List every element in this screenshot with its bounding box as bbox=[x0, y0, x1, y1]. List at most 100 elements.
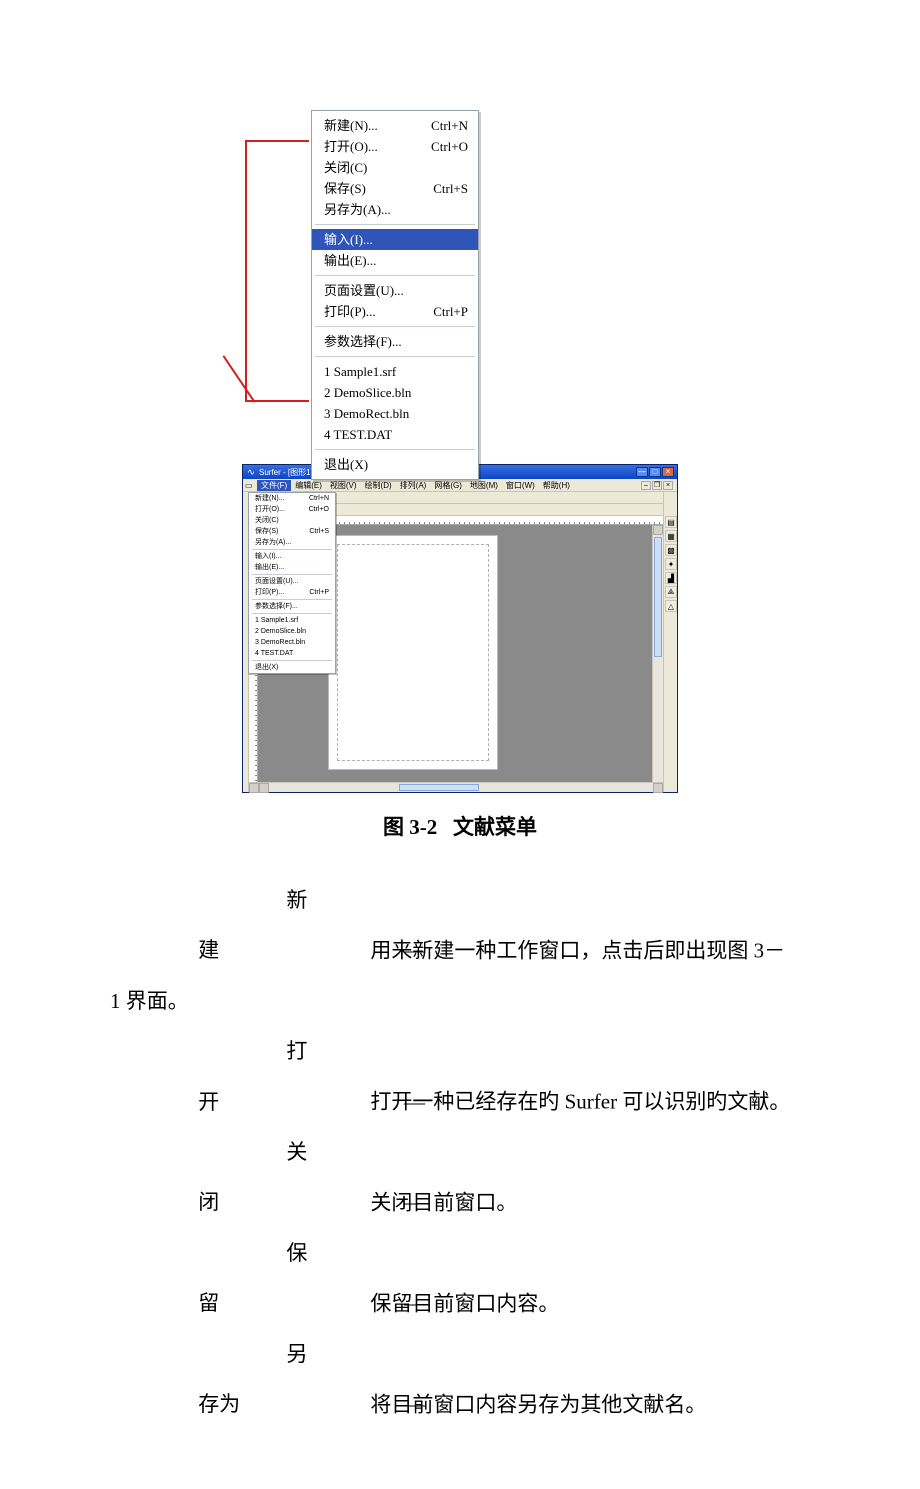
app-body: 新建(N)...Ctrl+N打开(O)...Ctrl+O关闭(C)保存(S)Ct… bbox=[243, 492, 677, 792]
menu-item[interactable]: 新建(N)...Ctrl+N bbox=[312, 115, 478, 136]
surfer-screenshot: ∿ Surfer - [图形1] — □ × ▭ 文件(F)编辑(E)视图(V)… bbox=[242, 464, 678, 793]
menu-item[interactable]: 打印(P)...Ctrl+P bbox=[312, 301, 478, 322]
figure-caption: 图 3-2 文献菜单 bbox=[110, 811, 810, 841]
menubar-item[interactable]: 绘制(D) bbox=[361, 480, 396, 491]
definition-line: 保留—保留目前窗口内容。 bbox=[110, 1228, 810, 1329]
menu-item[interactable]: 打开(O)...Ctrl+O bbox=[249, 504, 335, 515]
menu-item[interactable]: 另存为(A)... bbox=[312, 199, 478, 220]
menu-item-label: 打开(O)... bbox=[255, 505, 309, 514]
menu-item[interactable]: 关闭(C) bbox=[249, 515, 335, 526]
menubar-item[interactable]: 地图(M) bbox=[466, 480, 502, 491]
menu-item-label: 4 TEST.DAT bbox=[324, 426, 468, 443]
menu-item[interactable]: 打开(O)...Ctrl+O bbox=[312, 136, 478, 157]
callout-line bbox=[223, 355, 256, 403]
menu-item-label: 输出(E)... bbox=[324, 252, 468, 269]
menu-item-shortcut: Ctrl+P bbox=[309, 588, 329, 597]
palette-image-button[interactable]: ▦ bbox=[665, 530, 677, 542]
menu-item[interactable]: 1 Sample1.srf bbox=[312, 361, 478, 382]
definition-line: 新建—用来新建一种工作窗口，点击后即出现图 3－ bbox=[110, 875, 810, 976]
menu-item-shortcut: Ctrl+O bbox=[309, 505, 329, 514]
sheet-tab[interactable] bbox=[259, 783, 269, 793]
menu-item[interactable]: 1 Sample1.srf bbox=[249, 615, 335, 626]
menu-item[interactable]: 3 DemoRect.bln bbox=[312, 403, 478, 424]
menu-item-label: 页面设置(U)... bbox=[324, 282, 468, 299]
right-tool-palette: ▤ ▦ ▩ ✦ ▟ ⟁ △ bbox=[663, 492, 677, 792]
menu-item-label: 页面设置(U)... bbox=[255, 577, 329, 586]
menu-item[interactable]: 输出(E)... bbox=[249, 562, 335, 573]
callout-line bbox=[245, 140, 247, 400]
menu-item-label: 2 DemoSlice.bln bbox=[255, 627, 329, 636]
menu-item-label: 关闭(C) bbox=[255, 516, 329, 525]
menu-item[interactable]: 保存(S)Ctrl+S bbox=[312, 178, 478, 199]
menu-item-label: 关闭(C) bbox=[324, 159, 468, 176]
palette-wireframe-button[interactable]: ▟ bbox=[665, 572, 677, 584]
scroll-right-button[interactable] bbox=[653, 783, 663, 793]
maximize-button[interactable]: □ bbox=[649, 467, 661, 477]
menu-item[interactable]: 输出(E)... bbox=[312, 250, 478, 271]
menu-item[interactable]: 打印(P)...Ctrl+P bbox=[249, 587, 335, 598]
menu-item[interactable]: 输入(I)... bbox=[312, 229, 478, 250]
mdi-close-button[interactable]: × bbox=[663, 481, 673, 490]
menu-item[interactable]: 4 TEST.DAT bbox=[249, 648, 335, 659]
menu-item[interactable]: 参数选择(F)... bbox=[312, 331, 478, 352]
menubar-item[interactable]: 编辑(E) bbox=[291, 480, 326, 491]
sheet-tab[interactable] bbox=[249, 783, 259, 793]
page bbox=[328, 535, 498, 770]
menu-item[interactable]: 4 TEST.DAT bbox=[312, 424, 478, 445]
menu-item-label: 输出(E)... bbox=[255, 563, 329, 572]
minimize-button[interactable]: — bbox=[636, 467, 648, 477]
menu-item-label: 新建(N)... bbox=[255, 494, 309, 503]
menu-item-label: 1 Sample1.srf bbox=[255, 616, 329, 625]
menu-item[interactable]: 页面设置(U)... bbox=[312, 280, 478, 301]
menu-item-label: 输入(I)... bbox=[255, 552, 329, 561]
menu-item[interactable]: 2 DemoSlice.bln bbox=[249, 626, 335, 637]
figure-title: 文献菜单 bbox=[453, 815, 537, 839]
scrollbar-vertical[interactable] bbox=[652, 525, 663, 782]
close-button[interactable]: × bbox=[662, 467, 674, 477]
menubar-item[interactable]: 帮助(H) bbox=[539, 480, 574, 491]
figure-number: 图 3-2 bbox=[383, 815, 437, 839]
palette-vector-button[interactable]: ✦ bbox=[665, 558, 677, 570]
menu-item[interactable]: 输入(I)... bbox=[249, 551, 335, 562]
file-menu-enlarged: 新建(N)...Ctrl+N打开(O)...Ctrl+O关闭(C)保存(S)Ct… bbox=[245, 110, 675, 450]
palette-3d-button[interactable]: △ bbox=[665, 600, 677, 612]
mdi-restore-button[interactable]: ❐ bbox=[652, 481, 662, 490]
menubar-item[interactable]: 排列(A) bbox=[396, 480, 431, 491]
file-menu-dropdown-small: 新建(N)...Ctrl+N打开(O)...Ctrl+O关闭(C)保存(S)Ct… bbox=[248, 492, 336, 674]
palette-contour-button[interactable]: ▤ bbox=[665, 516, 677, 528]
menubar-item[interactable]: 网格(G) bbox=[430, 480, 466, 491]
menu-item-label: 打印(P)... bbox=[324, 303, 433, 320]
menu-item-shortcut: Ctrl+N bbox=[431, 117, 468, 134]
menu-item-label: 输入(I)... bbox=[324, 231, 468, 248]
menu-item-label: 保存(S) bbox=[255, 527, 309, 536]
menu-item-label: 另存为(A)... bbox=[255, 538, 329, 547]
mdi-minimize-button[interactable]: – bbox=[641, 481, 651, 490]
menu-item-shortcut: Ctrl+S bbox=[433, 180, 468, 197]
menu-item[interactable]: 关闭(C) bbox=[312, 157, 478, 178]
menu-item[interactable]: 退出(X) bbox=[312, 454, 478, 475]
menu-item-label: 另存为(A)... bbox=[324, 201, 468, 218]
menubar: ▭ 文件(F)编辑(E)视图(V)绘制(D)排列(A)网格(G)地图(M)窗口(… bbox=[243, 479, 677, 492]
menu-item[interactable]: 保存(S)Ctrl+S bbox=[249, 526, 335, 537]
menu-item[interactable]: 2 DemoSlice.bln bbox=[312, 382, 478, 403]
definition-line: 另存为—将目前窗口内容另存为其他文献名。 bbox=[110, 1329, 810, 1430]
menubar-item[interactable]: 窗口(W) bbox=[502, 480, 539, 491]
menu-item[interactable]: 退出(X) bbox=[249, 662, 335, 673]
menubar-item[interactable]: 文件(F) bbox=[257, 480, 291, 491]
menu-item-shortcut: Ctrl+N bbox=[309, 494, 329, 503]
menu-item[interactable]: 页面设置(U)... bbox=[249, 576, 335, 587]
app-window: ∿ Surfer - [图形1] — □ × ▭ 文件(F)编辑(E)视图(V)… bbox=[242, 464, 678, 793]
palette-shaded-button[interactable]: ▩ bbox=[665, 544, 677, 556]
doc-icon: ▭ bbox=[245, 481, 255, 490]
app-icon: ∿ bbox=[246, 467, 256, 478]
menu-item-label: 保存(S) bbox=[324, 180, 433, 197]
menu-item-shortcut: Ctrl+S bbox=[309, 527, 329, 536]
menu-item[interactable]: 3 DemoRect.bln bbox=[249, 637, 335, 648]
menu-item[interactable]: 参数选择(F)... bbox=[249, 601, 335, 612]
menu-item[interactable]: 另存为(A)... bbox=[249, 537, 335, 548]
menu-item[interactable]: 新建(N)...Ctrl+N bbox=[249, 493, 335, 504]
palette-surface-button[interactable]: ⟁ bbox=[665, 586, 677, 598]
menu-item-label: 参数选择(F)... bbox=[324, 333, 468, 350]
menubar-item[interactable]: 视图(V) bbox=[326, 480, 361, 491]
scrollbar-horizontal[interactable] bbox=[269, 783, 653, 792]
